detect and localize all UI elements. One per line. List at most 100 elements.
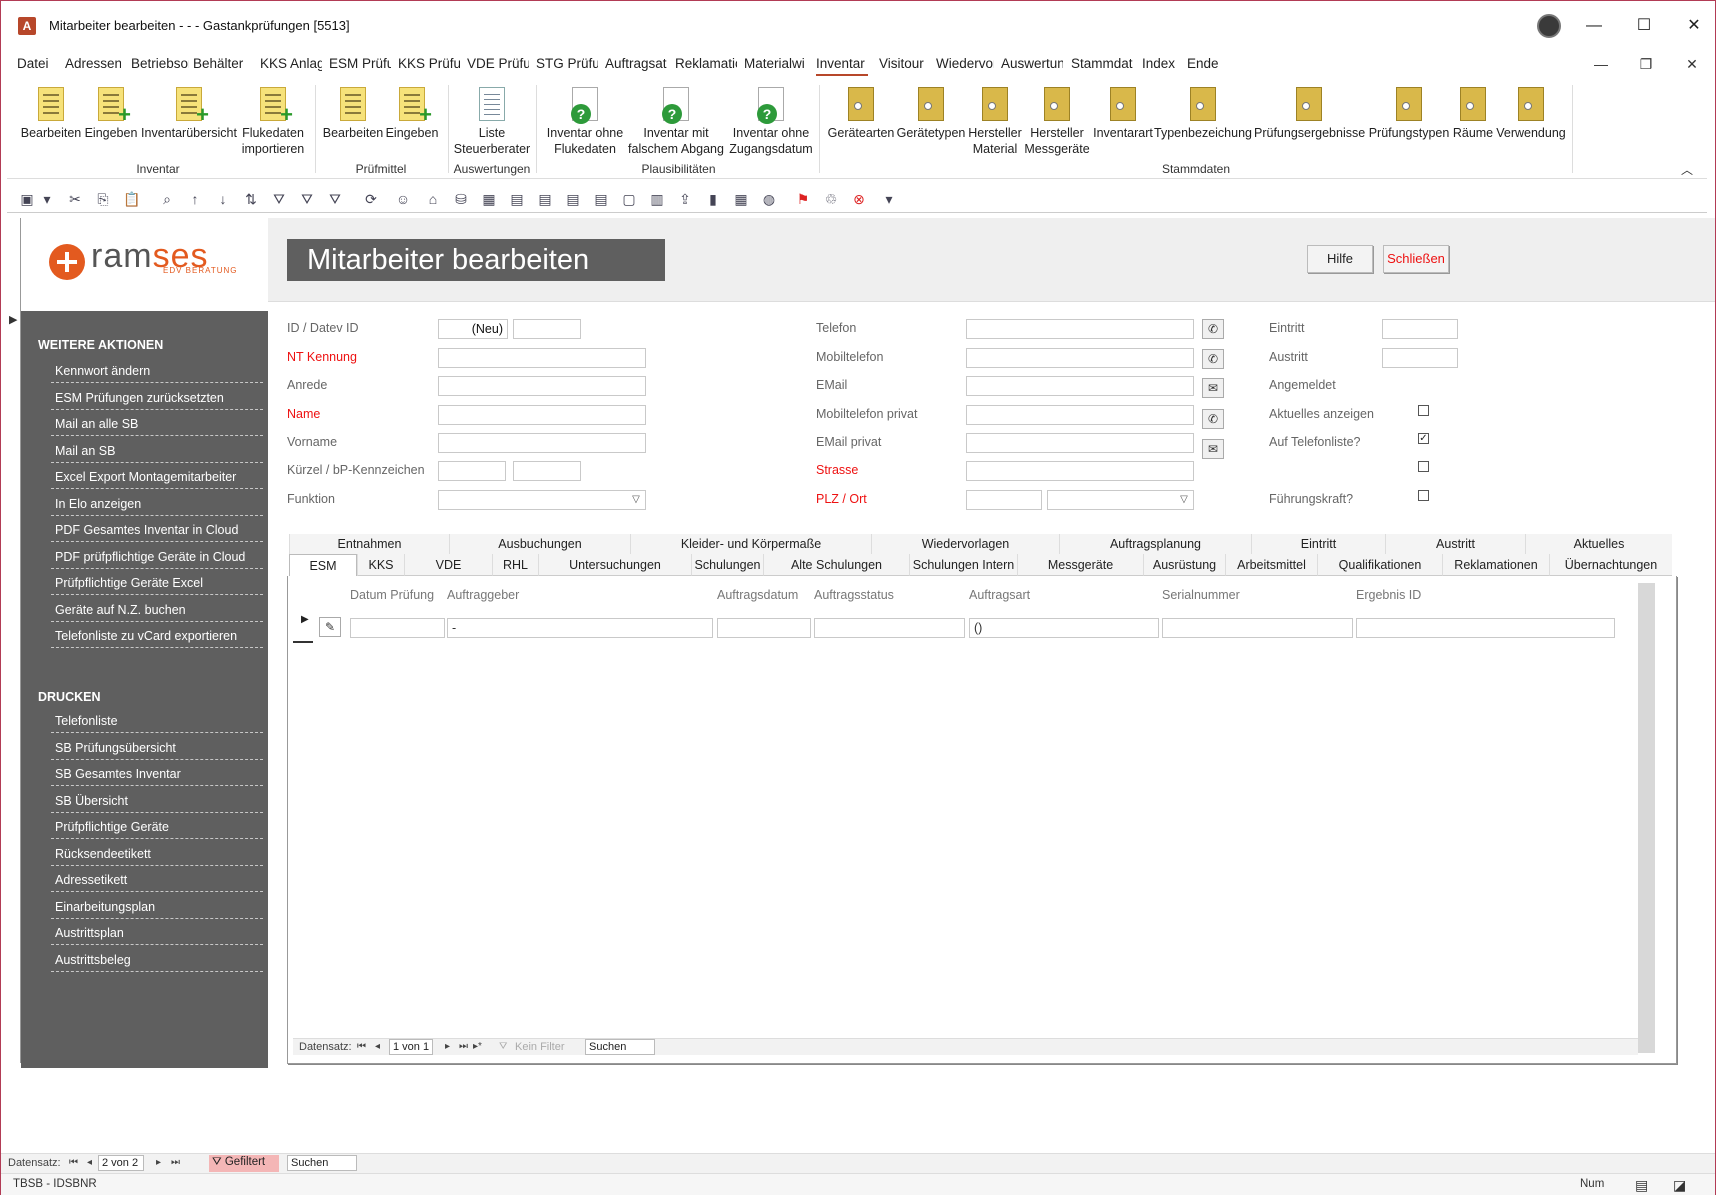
sidebar-print-einarbeitungsplan[interactable]: Einarbeitungsplan (51, 898, 263, 919)
customize-icon[interactable]: ▾ (881, 191, 897, 207)
row-selector[interactable]: ▶ (293, 611, 313, 643)
ribbon-button-typenbezeichung[interactable]: Typenbezeichung (1148, 87, 1258, 141)
telefon-field[interactable] (966, 319, 1194, 339)
menu-tab-stammdat[interactable]: Stammdat (1071, 56, 1133, 71)
fuehrungskraft-checkbox[interactable] (1418, 490, 1429, 501)
sidebar-action-in-elo-anzeigen[interactable]: In Elo anzeigen (51, 495, 263, 516)
menu-tab-behälter[interactable]: Behälter (193, 56, 251, 71)
tab-aktuelles[interactable]: Aktuelles (1525, 534, 1672, 554)
refresh-icon[interactable]: ⟳ (363, 191, 379, 207)
plz-field[interactable] (966, 490, 1042, 510)
first-record-icon[interactable]: ⏮ (357, 1041, 366, 1052)
sidebar-action-mail-an-sb[interactable]: Mail an SB (51, 442, 263, 463)
subform-scrollbar[interactable] (1638, 583, 1655, 1053)
menu-tab-esm-prüfu[interactable]: ESM Prüfu (329, 56, 391, 71)
tab-arbeitsmittel[interactable]: Arbeitsmittel (1225, 554, 1317, 576)
menu-tab-ende[interactable]: Ende (1187, 56, 1227, 71)
menu-tab-adressen[interactable]: Adressen (65, 56, 121, 71)
unlabeled-checkbox[interactable] (1418, 461, 1429, 472)
tab-eintritt[interactable]: Eintritt (1251, 534, 1385, 554)
tab-austritt[interactable]: Austritt (1385, 534, 1525, 554)
ribbon-button-prüfungsergebnisse[interactable]: Prüfungsergebnisse (1254, 87, 1365, 141)
sidebar-action-excel-export-montagemitarbeiter[interactable]: Excel Export Montagemitarbeiter (51, 468, 263, 489)
menu-tab-reklamatic[interactable]: Reklamatic (675, 56, 737, 71)
sidebar-print-austrittsplan[interactable]: Austrittsplan (51, 924, 263, 945)
sort-desc-icon[interactable]: ↓ (215, 191, 231, 207)
table-icon[interactable]: ▦ (481, 191, 497, 207)
table-cell[interactable] (1162, 618, 1353, 638)
menu-tab-auswertun[interactable]: Auswertun (1001, 56, 1063, 71)
first-record-icon[interactable]: ⏮ (69, 1157, 78, 1168)
sidebar-action-pdf-prüfpflichtige-geräte-in-cloud[interactable]: PDF prüfpflichtige Geräte in Cloud (51, 548, 263, 569)
sidebar-action-telefonliste-zu-vcard-exportieren[interactable]: Telefonliste zu vCard exportieren (51, 627, 263, 648)
next-record-icon[interactable]: ▸ (445, 1041, 450, 1052)
email-privat-field[interactable] (966, 433, 1194, 453)
form-icon[interactable]: ▤ (565, 191, 581, 207)
tab-übernachtungen[interactable]: Übernachtungen (1549, 554, 1672, 576)
export-icon[interactable]: ⇪ (677, 191, 693, 207)
close-icon[interactable]: ✕ (1671, 13, 1716, 39)
tab-kleider-und-körperma-e[interactable]: Kleider- und Körpermaße (630, 534, 871, 554)
save-icon[interactable]: ▣ (19, 191, 35, 207)
ribbon-button-verwendung[interactable]: Verwendung (1476, 87, 1586, 141)
database-icon[interactable]: ⛁ (453, 191, 469, 207)
table-cell[interactable]: - (447, 618, 713, 638)
chevron-down-icon[interactable]: ▽ (628, 491, 644, 509)
users-icon[interactable]: ☺ (395, 191, 411, 207)
web-icon[interactable]: ◍ (761, 191, 777, 207)
access-app-icon[interactable]: A (18, 17, 36, 35)
sidebar-print-sb-gesamtes-inventar[interactable]: SB Gesamtes Inventar (51, 765, 263, 786)
prev-record-icon[interactable]: ◂ (375, 1041, 380, 1052)
maximize-icon[interactable]: ☐ (1621, 13, 1667, 39)
query-icon[interactable]: ▥ (649, 191, 665, 207)
tab-rhl[interactable]: RHL (492, 554, 538, 576)
help-button[interactable]: Hilfe (1307, 245, 1373, 273)
sort-asc-icon[interactable]: ↑ (187, 191, 203, 207)
strasse-field[interactable] (966, 461, 1194, 481)
anrede-field[interactable] (438, 376, 646, 396)
ort-select[interactable] (1047, 490, 1194, 510)
sidebar-action-prüfpflichtige-geräte-excel[interactable]: Prüfpflichtige Geräte Excel (51, 574, 263, 595)
tab-wiedervorlagen[interactable]: Wiedervorlagen (871, 534, 1059, 554)
filtered-toggle[interactable]: ⛛ Gefiltert (209, 1155, 279, 1172)
ribbon-button-inventar-mit[interactable]: Inventar mit falschem Abgang (621, 87, 731, 157)
mail-icon[interactable]: ✉ (1202, 378, 1224, 398)
menu-tab-index[interactable]: Index (1142, 56, 1178, 71)
grid-icon[interactable]: ▦ (733, 191, 749, 207)
menu-tab-auftragsat[interactable]: Auftragsat (605, 56, 667, 71)
tab-alte-schulungen[interactable]: Alte Schulungen (763, 554, 909, 576)
menu-tab-betriebsor[interactable]: Betriebsor (131, 56, 189, 71)
subform-search-input[interactable]: Suchen (585, 1039, 655, 1055)
austritt-field[interactable] (1382, 348, 1458, 368)
close-form-button[interactable]: Schließen (1383, 245, 1449, 273)
phone-icon[interactable]: ✆ (1202, 409, 1224, 429)
table-cell[interactable] (350, 618, 445, 638)
table-cell[interactable] (1356, 618, 1615, 638)
table-cell[interactable] (717, 618, 811, 638)
dropdown-icon[interactable]: ▾ (39, 191, 55, 207)
sidebar-action-mail-an-alle-sb[interactable]: Mail an alle SB (51, 415, 263, 436)
tab-reklamationen[interactable]: Reklamationen (1442, 554, 1549, 576)
form-icon[interactable]: ▤ (537, 191, 553, 207)
mdi-close-icon[interactable]: ✕ (1677, 56, 1707, 73)
funktion-select[interactable] (438, 490, 646, 510)
menu-tab-vde-prüfui[interactable]: VDE Prüfui (467, 56, 529, 71)
tab-schulungen[interactable]: Schulungen (691, 554, 763, 576)
name-field[interactable] (438, 405, 646, 425)
mail-icon[interactable]: ✉ (1202, 439, 1224, 459)
menu-tab-stg-prüfur[interactable]: STG Prüfur (536, 56, 598, 71)
menu-tab-wiedervor[interactable]: Wiedervor (936, 56, 994, 71)
sidebar-print-austrittsbeleg[interactable]: Austrittsbeleg (51, 951, 263, 972)
filter-icon[interactable]: ⛛ (499, 1041, 507, 1052)
sidebar-action-kennwort-ändern[interactable]: Kennwort ändern (51, 362, 263, 383)
kuerzel-field[interactable] (438, 461, 506, 481)
filter-icon[interactable]: ⛛ (299, 191, 315, 207)
chevron-down-icon[interactable]: ▽ (1176, 491, 1192, 509)
flag-icon[interactable]: ⚑ (795, 191, 811, 207)
menu-tab-materialwi[interactable]: Materialwi (744, 56, 806, 71)
edit-record-icon[interactable]: ✎ (319, 617, 341, 637)
tab-kks[interactable]: KKS (357, 554, 404, 576)
subform-record-position[interactable]: 1 von 1 (389, 1039, 434, 1055)
email-field[interactable] (966, 376, 1194, 396)
tab-vde[interactable]: VDE (404, 554, 492, 576)
